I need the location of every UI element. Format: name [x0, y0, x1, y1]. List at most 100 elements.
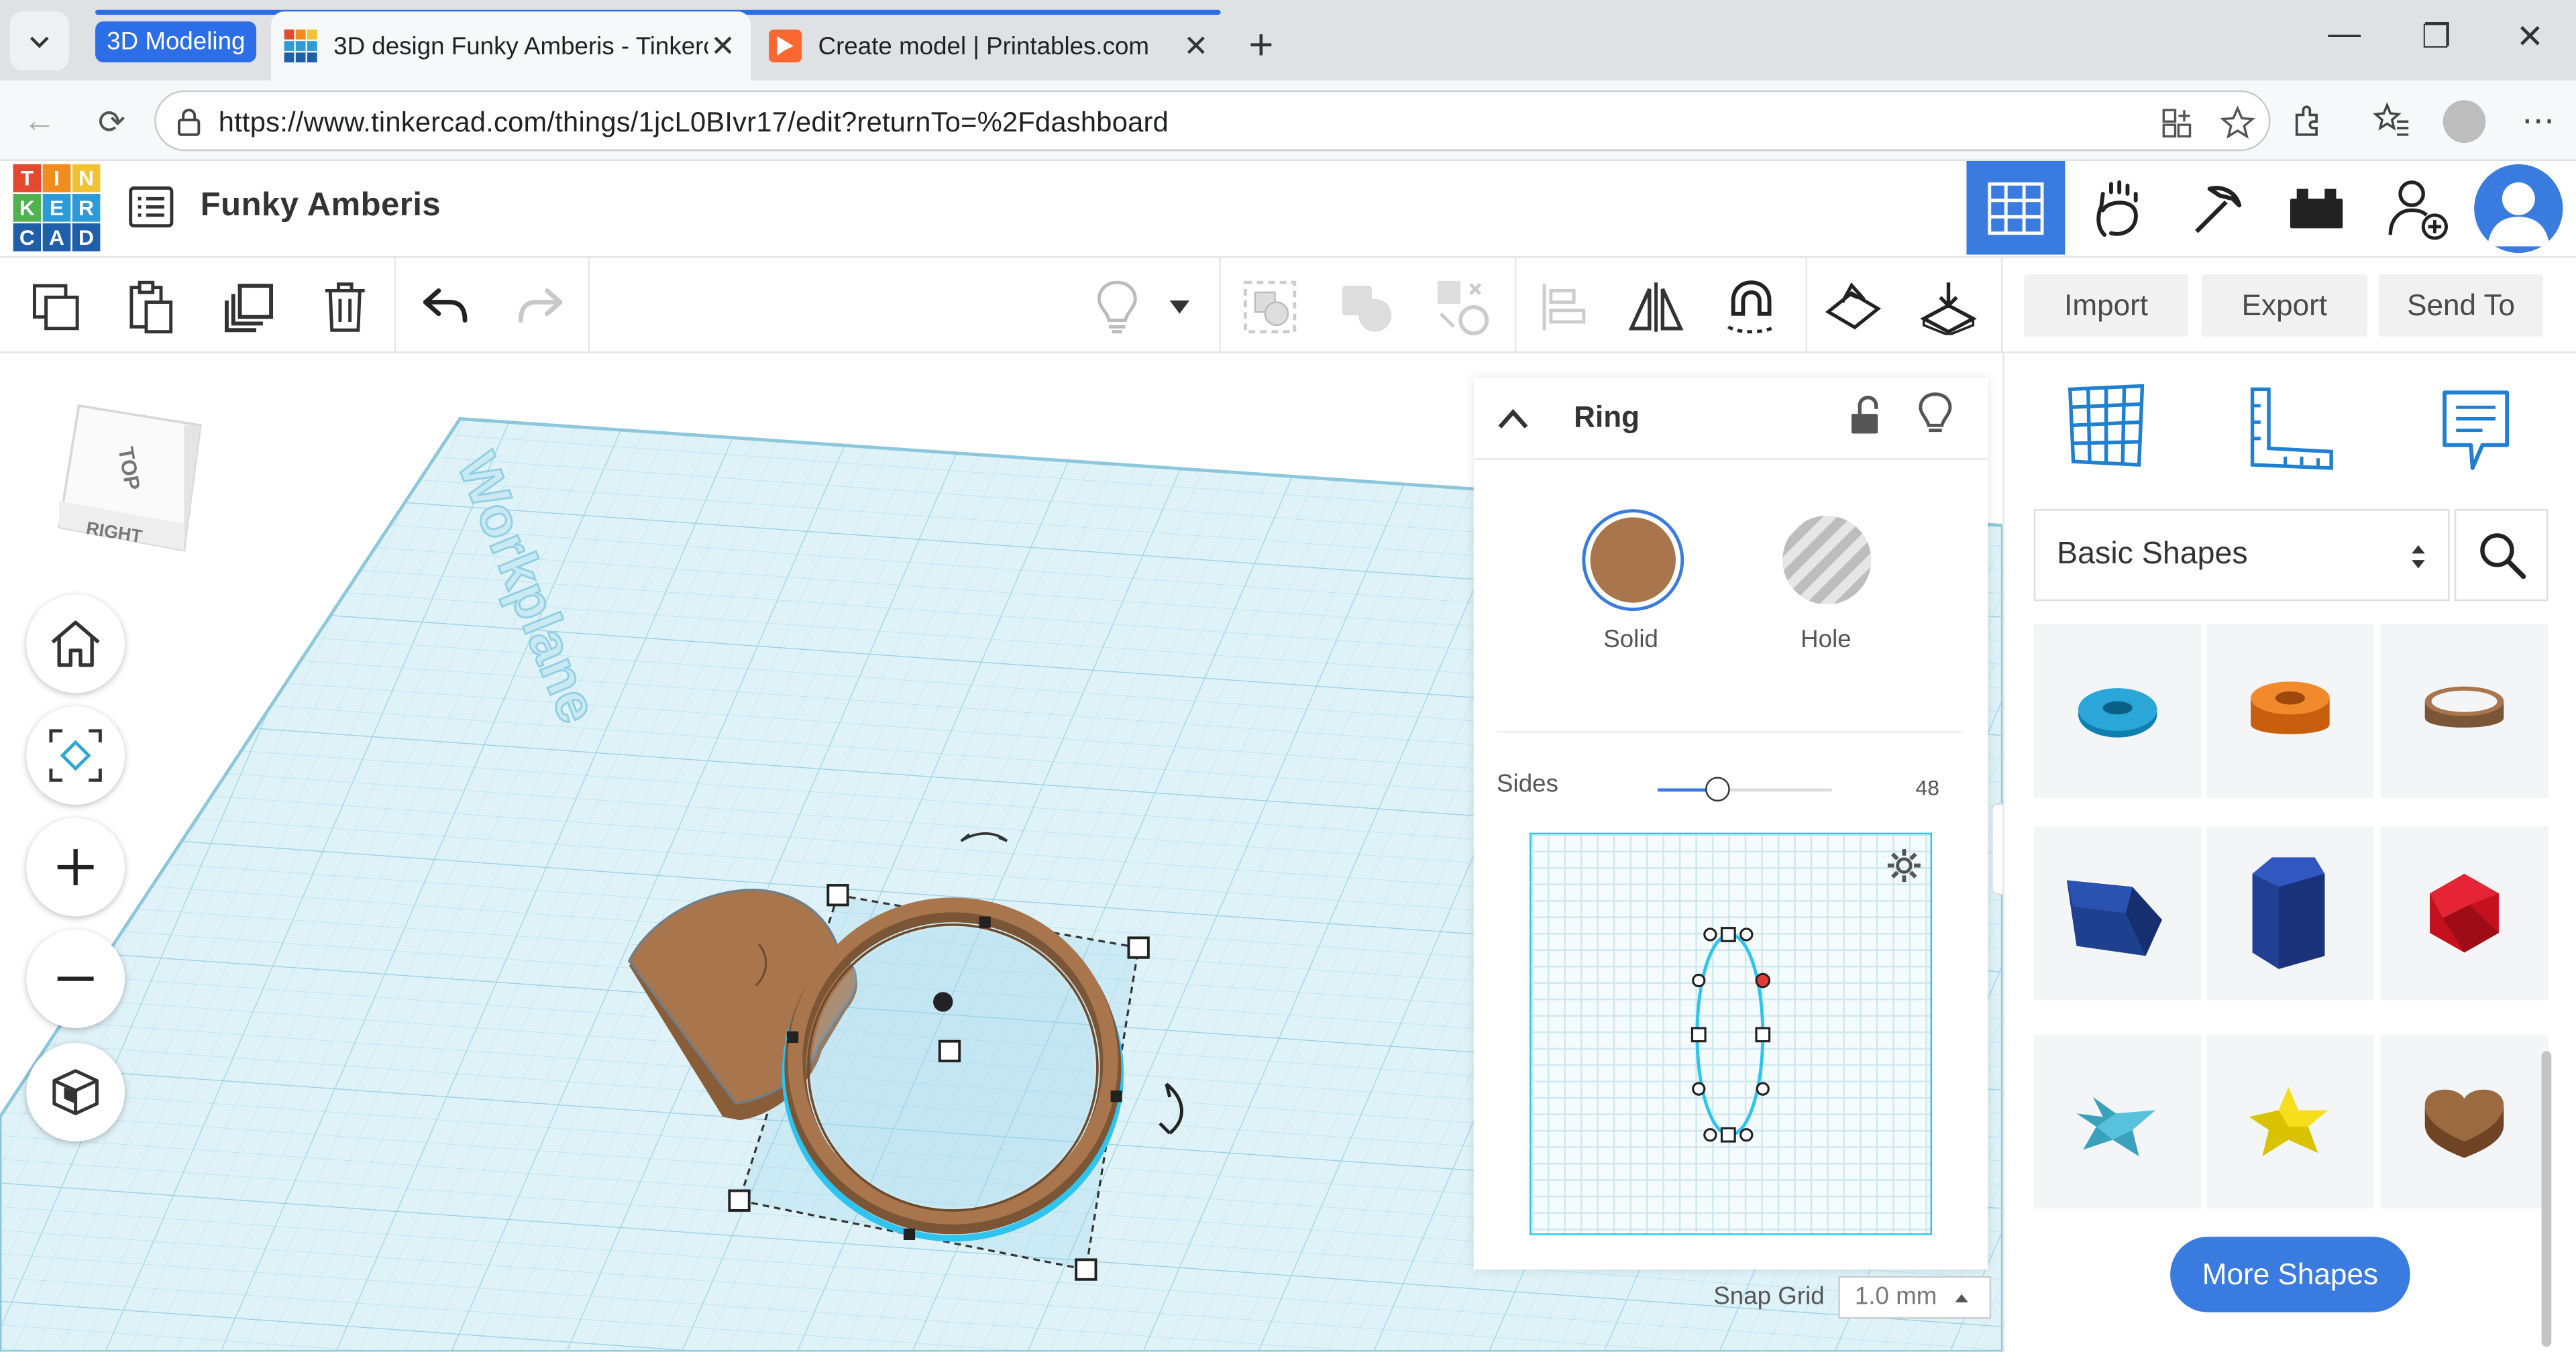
mirror-button[interactable] — [1627, 278, 1686, 337]
shape-tile-heart[interactable] — [2380, 1034, 2548, 1209]
back-arrow-icon[interactable]: ← — [16, 99, 62, 145]
invite-button[interactable] — [2369, 161, 2467, 255]
snap-grid-label: Snap Grid — [1713, 1282, 1825, 1311]
notes-icon[interactable] — [2440, 386, 2512, 475]
notes-dropdown[interactable] — [1160, 278, 1199, 337]
shape-tile-tube[interactable] — [2206, 624, 2374, 799]
tab-group-chip[interactable]: 3D Modeling — [95, 21, 257, 63]
shapes-scrollbar[interactable] — [2541, 1051, 2552, 1347]
shape-inspector: Ring Solid Hole Sides 48 — [1473, 378, 1988, 1270]
address-bar[interactable]: https://www.tinkercad.com/things/1jcL0BI… — [154, 90, 2271, 152]
height-handle[interactable] — [933, 992, 953, 1012]
align-button[interactable] — [1534, 278, 1593, 337]
perspective-button[interactable] — [26, 1043, 125, 1142]
shape-tile-wedge[interactable] — [2033, 826, 2202, 1001]
snap-button[interactable] — [1722, 278, 1781, 337]
search-icon — [2479, 533, 2526, 579]
shape-tile-star-yellow[interactable] — [2206, 1034, 2374, 1209]
shape-category-select[interactable]: Basic Shapes — [2033, 509, 2450, 602]
home-icon — [51, 620, 100, 667]
duplicate-button[interactable] — [220, 278, 279, 337]
close-tab-icon[interactable]: ✕ — [708, 29, 738, 63]
trash-icon — [325, 282, 365, 332]
redo-icon — [518, 288, 563, 323]
zoom-out-button[interactable] — [26, 929, 125, 1029]
more-shapes-button[interactable]: More Shapes — [2170, 1237, 2410, 1312]
restore-icon[interactable]: ❐ — [2412, 16, 2461, 57]
user-avatar[interactable] — [2474, 164, 2563, 253]
browser-tab-strip: 3D Modeling 3D design Funky Amberis - Ti… — [0, 0, 2576, 81]
profile-editor[interactable] — [1529, 832, 1933, 1235]
design-list-icon[interactable] — [128, 186, 174, 229]
toolbar-divider — [1805, 258, 1807, 352]
tinkercad-favicon-icon — [284, 30, 317, 63]
favorites-icon[interactable] — [2372, 102, 2412, 138]
group-button[interactable] — [1240, 278, 1299, 337]
export-button[interactable]: Export — [2201, 274, 2368, 337]
ruler-icon[interactable] — [2246, 386, 2338, 471]
tab-printables[interactable]: Create model | Printables.com ✕ — [756, 11, 1224, 80]
magnet-icon — [1727, 280, 1776, 334]
bricks-button[interactable] — [2167, 161, 2265, 255]
zoom-in-button[interactable] — [26, 818, 125, 917]
shape-tile-icosahedron[interactable] — [2380, 826, 2548, 1001]
favorite-star-icon[interactable] — [2220, 105, 2256, 142]
new-tab-plus-icon[interactable]: + — [1248, 19, 1273, 70]
redo-button[interactable] — [511, 278, 570, 337]
blocks-button[interactable] — [2068, 161, 2167, 255]
lock-icon[interactable] — [176, 107, 202, 136]
tab-title: 3D design Funky Amberis - Tinkercad — [333, 32, 708, 60]
collapse-chevron-up-icon[interactable] — [1497, 407, 1529, 430]
reload-icon[interactable]: ⟳ — [89, 99, 135, 145]
shape-search-button[interactable] — [2454, 509, 2548, 602]
shape-name[interactable]: Ring — [1574, 401, 1640, 435]
lego-button[interactable] — [2267, 161, 2366, 255]
sides-slider-thumb[interactable] — [1705, 777, 1730, 802]
delete-button[interactable] — [315, 278, 374, 337]
close-tab-icon[interactable]: ✕ — [1181, 29, 1211, 63]
profile-avatar[interactable] — [2443, 100, 2486, 144]
app-available-icon[interactable] — [2160, 107, 2193, 139]
gear-icon[interactable] — [1886, 848, 1922, 884]
sides-label: Sides — [1497, 770, 1558, 799]
tinkercad-logo[interactable]: T I N K E R C A D — [13, 164, 102, 253]
shape-tile-ring[interactable] — [2380, 624, 2548, 799]
star-icon — [2076, 1096, 2156, 1157]
ungroup-button[interactable] — [1337, 278, 1396, 337]
grid-icon — [1988, 181, 2044, 234]
close-window-icon[interactable]: ✕ — [2506, 16, 2555, 57]
view-cube[interactable]: TOP RIGHT — [49, 389, 213, 569]
shape-tile-torus[interactable] — [2033, 624, 2202, 799]
snap-grid-select[interactable]: 1.0 mm — [1838, 1276, 1992, 1319]
tab-list-button[interactable] — [9, 11, 69, 71]
hole-option[interactable] — [1782, 515, 1872, 605]
minimize-icon[interactable]: — — [2320, 16, 2369, 54]
ruler-drop-button[interactable] — [1919, 278, 1978, 337]
workplane-grid-icon[interactable] — [2063, 383, 2149, 468]
home-view-button[interactable] — [26, 594, 125, 693]
copy-button[interactable] — [26, 278, 85, 337]
3d-view-button[interactable] — [1966, 161, 2065, 255]
fit-view-button[interactable] — [26, 706, 125, 805]
ring-shape[interactable] — [782, 897, 1124, 1242]
more-menu-icon[interactable]: ⋯ — [2522, 100, 2555, 141]
tab-tinkercad[interactable]: 3D design Funky Amberis - Tinkercad ✕ — [271, 11, 751, 81]
shape-tile-pentagon-prism[interactable] — [2206, 826, 2374, 1001]
cruise-button[interactable] — [1434, 278, 1493, 337]
design-title[interactable]: Funky Amberis — [201, 187, 441, 225]
workplane-button[interactable] — [1823, 278, 1882, 337]
notes-button[interactable] — [1087, 278, 1146, 337]
undo-button[interactable] — [416, 278, 475, 337]
sides-slider-track[interactable] — [1658, 788, 1832, 792]
pentagon-prism-icon — [2252, 857, 2325, 969]
import-button[interactable]: Import — [2024, 274, 2189, 337]
unlock-icon[interactable] — [1847, 394, 1883, 437]
paste-button[interactable] — [121, 278, 180, 337]
shape-tile-star-teal[interactable] — [2033, 1034, 2202, 1209]
lightbulb-icon[interactable] — [1917, 391, 1953, 437]
profile-curve[interactable] — [1679, 919, 1778, 1149]
extensions-icon[interactable] — [2290, 102, 2326, 138]
ungroup-icon — [1342, 286, 1392, 332]
send-to-button[interactable]: Send To — [2379, 274, 2544, 337]
solid-option[interactable] — [1582, 509, 1684, 612]
